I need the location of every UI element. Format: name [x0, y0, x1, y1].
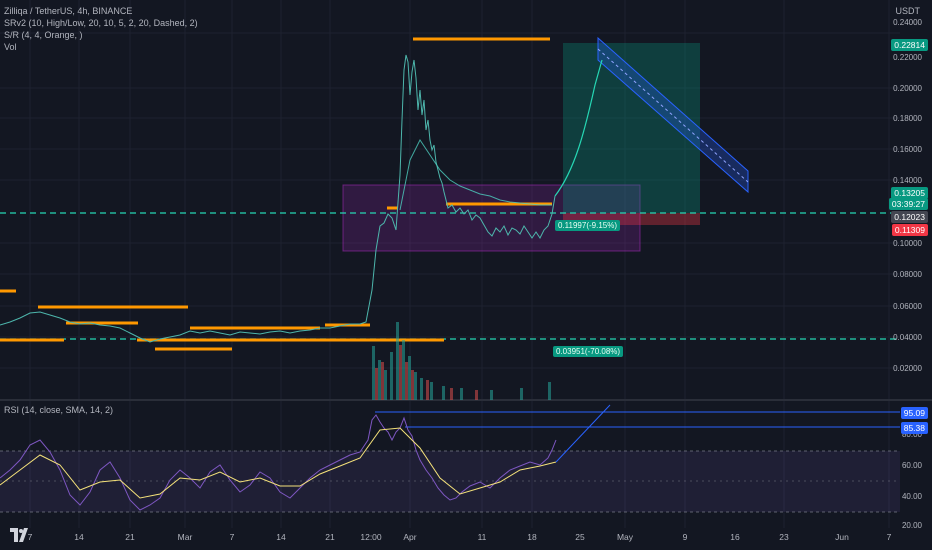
price-label: 0.14000	[893, 176, 922, 185]
price-label: 0.04000	[893, 333, 922, 342]
time-label: 11	[477, 532, 487, 542]
time-label: 7	[229, 532, 235, 542]
time-label: 16	[730, 532, 740, 542]
target-price-badge: 0.22814	[891, 39, 928, 51]
tradingview-logo-icon[interactable]	[10, 528, 32, 547]
price-label: 0.06000	[893, 302, 922, 311]
time-label: May	[616, 532, 634, 542]
time-label: 25	[575, 532, 585, 542]
price-label: 0.16000	[893, 145, 922, 154]
price-label: 0.18000	[893, 114, 922, 123]
indicator-vol[interactable]: Vol	[4, 42, 17, 52]
time-label: 23	[779, 532, 789, 542]
rsi-axis-label: 40.00	[901, 492, 922, 501]
price-label: 0.08000	[893, 270, 922, 279]
rsi-band	[0, 451, 900, 512]
rsi-legend[interactable]: RSI (14, close, SMA, 14, 2)	[4, 405, 113, 415]
time-label: 18	[527, 532, 537, 542]
currency-label: USDT	[895, 6, 921, 16]
volume-bars	[372, 322, 551, 400]
time-label: 21	[325, 532, 335, 542]
price-label: 0.10000	[893, 239, 922, 248]
stop-price-badge: 0.11309	[891, 224, 928, 236]
indicator-srv2[interactable]: SRv2 (10, High/Low, 20, 10, 5, 2, 20, Da…	[4, 18, 198, 28]
entry-price-badge: 0.12023	[891, 211, 928, 223]
rsi-axis-label: 60.00	[901, 461, 922, 470]
time-label: Apr	[403, 532, 417, 542]
rsi-axis-label: 20.00	[901, 521, 922, 530]
price-label: 0.20000	[893, 84, 922, 93]
time-label: 14	[74, 532, 84, 542]
lower-support-tag[interactable]: 0.03951(-70.08%)	[553, 346, 624, 357]
price-label: 0.24000	[893, 18, 922, 27]
countdown-badge: 03:39:27	[888, 198, 928, 210]
rsi-low-badge: 85.38	[900, 422, 928, 434]
time-label: 12:00	[360, 532, 382, 542]
price-label: 0.22000	[893, 53, 922, 62]
symbol-title[interactable]: Zilliqa / TetherUS, 4h, BINANCE	[4, 6, 132, 16]
grid	[0, 0, 900, 528]
price-label: 0.02000	[893, 364, 922, 373]
time-label: 7	[886, 532, 892, 542]
time-label: Mar	[177, 532, 193, 542]
chart-canvas[interactable]	[0, 0, 932, 550]
time-label: Jun	[835, 532, 849, 542]
time-label: 21	[125, 532, 135, 542]
rsi-high-badge: 95.09	[900, 407, 928, 419]
time-label: 9	[682, 532, 688, 542]
time-label: 14	[276, 532, 286, 542]
indicator-sr[interactable]: S/R (4, 4, Orange, )	[4, 30, 83, 40]
upper-support-tag[interactable]: 0.11997(-9.15%)	[555, 220, 620, 231]
